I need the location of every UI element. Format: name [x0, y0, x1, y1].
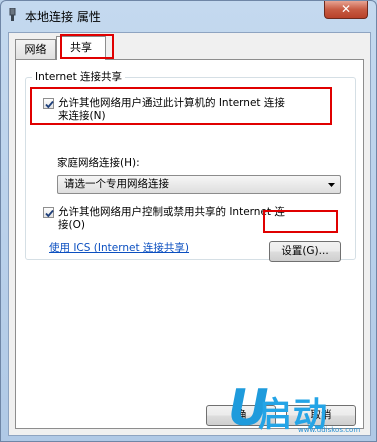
ics-help-link[interactable]: 使用 ICS (Internet 连接共享): [49, 240, 189, 255]
checkmark-icon: [45, 209, 54, 218]
properties-dialog: 本地连接 属性 ✕ 网络 共享 Internet 连接共享 允许其他网络用户通过…: [0, 0, 377, 442]
allow-connect-checkbox[interactable]: [43, 98, 54, 109]
settings-button[interactable]: 设置(G)...: [269, 241, 341, 262]
tab-sharing[interactable]: 共享: [56, 36, 106, 60]
group-title: Internet 连接共享: [32, 69, 126, 84]
checkmark-icon: [45, 100, 54, 109]
home-network-label: 家庭网络连接(H):: [57, 157, 140, 169]
dialog-client-area: 网络 共享 Internet 连接共享 允许其他网络用户通过此计算机的 Inte…: [8, 32, 371, 436]
tab-network[interactable]: 网络: [15, 39, 56, 59]
chevron-down-icon: [328, 183, 335, 187]
allow-control-label-line2: 接(O): [58, 219, 85, 231]
home-network-selected: 请选一个专用网络连接: [64, 178, 169, 190]
close-button[interactable]: ✕: [324, 1, 368, 19]
allow-connect-label-line2: 来连接(N): [58, 110, 106, 122]
allow-connect-label-line1: 允许其他网络用户通过此计算机的 Internet 连接: [58, 97, 285, 109]
network-adapter-icon: [9, 8, 16, 21]
watermark-url: www.udiskos.com: [298, 426, 361, 434]
home-network-dropdown[interactable]: 请选一个专用网络连接: [57, 175, 341, 194]
allow-control-checkbox[interactable]: [43, 207, 54, 218]
watermark-logo: U 启动 www.udiskos.com: [228, 383, 372, 439]
sharing-panel: Internet 连接共享 允许其他网络用户通过此计算机的 Internet 连…: [15, 59, 364, 429]
allow-control-label-line1: 允许其他网络用户控制或禁用共享的 Internet 连: [58, 206, 285, 218]
title-bar[interactable]: 本地连接 属性 ✕: [1, 1, 376, 31]
window-title: 本地连接 属性: [25, 10, 101, 24]
